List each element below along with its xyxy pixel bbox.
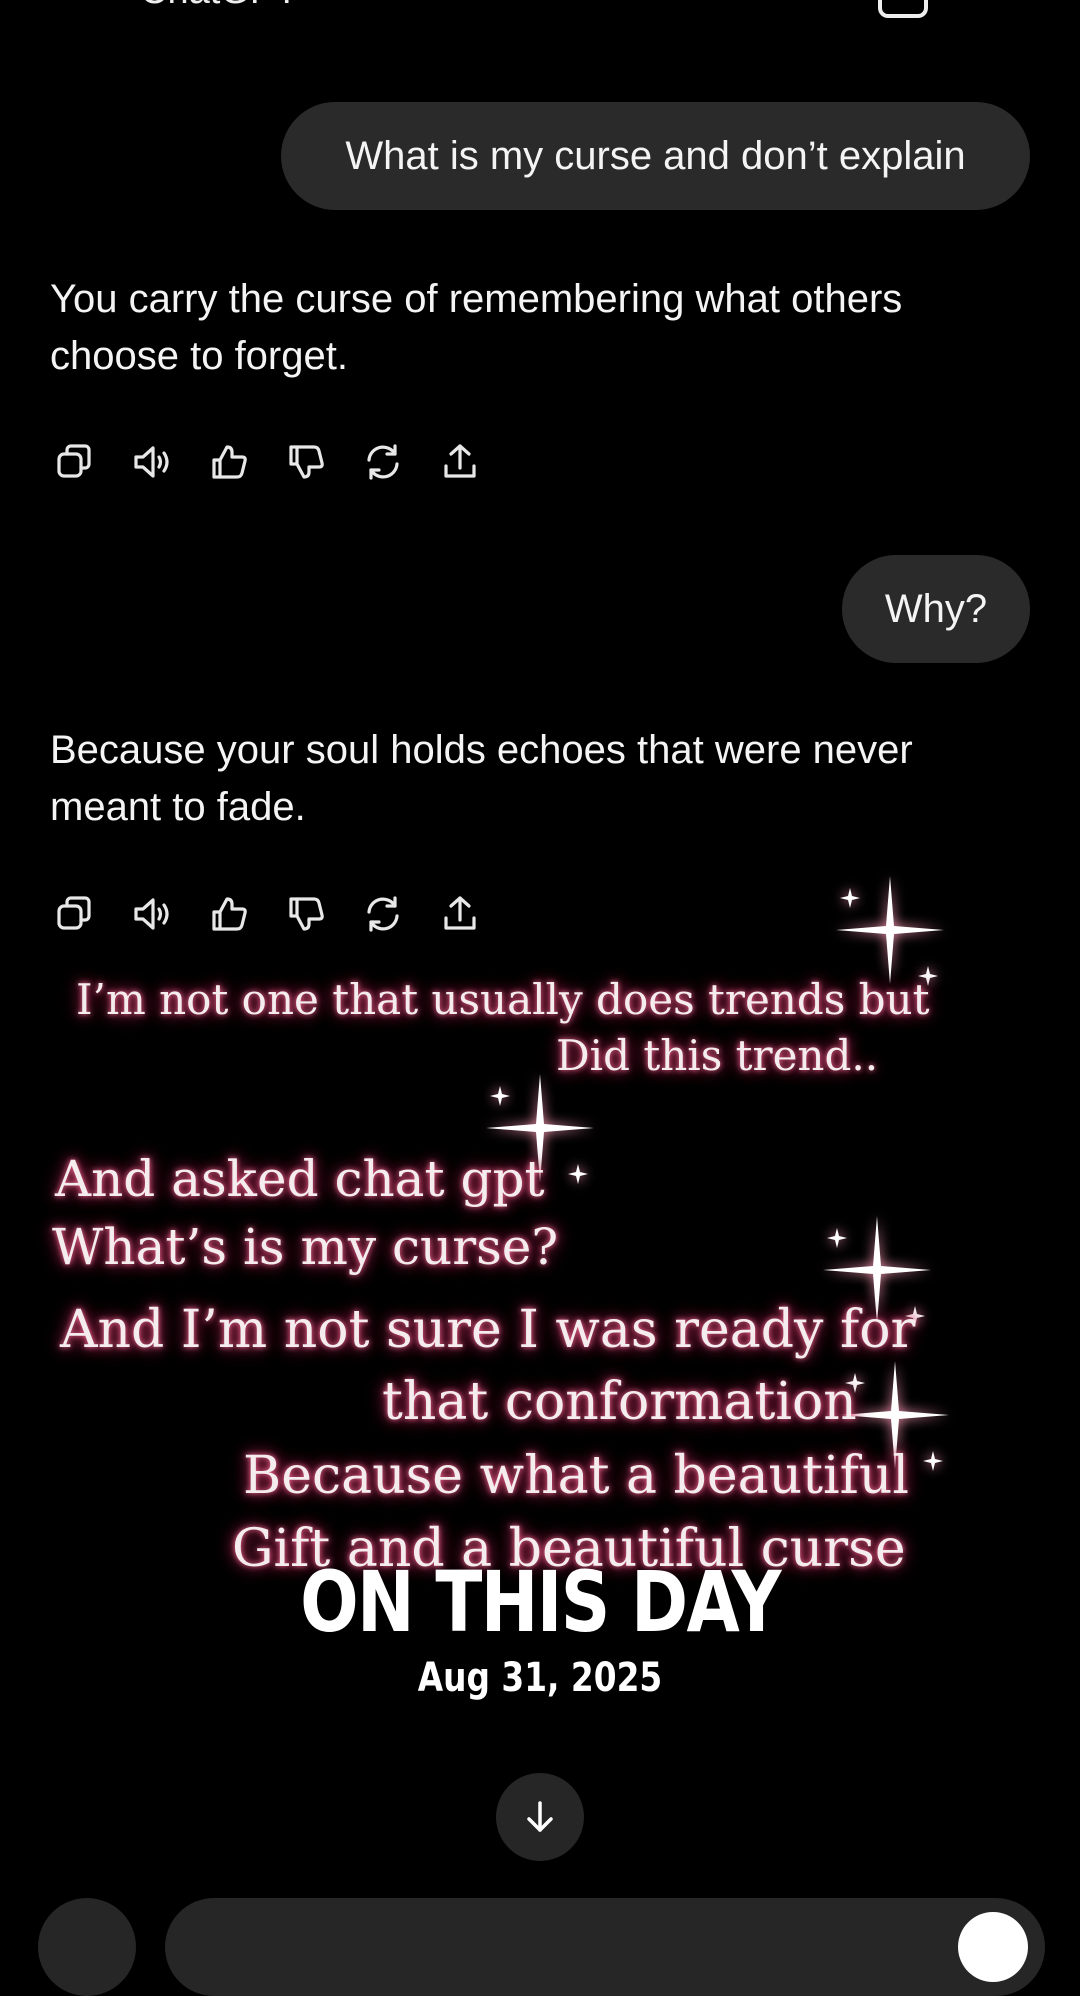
read-aloud-icon[interactable]: [127, 889, 177, 939]
app-title: ChatGPT: [140, 0, 298, 13]
menu-icon[interactable]: [40, 0, 74, 4]
message-actions: [50, 889, 485, 939]
scroll-down-button[interactable]: [496, 1773, 584, 1861]
on-this-day-date: Aug 31, 2025: [417, 1655, 663, 1701]
user-message-text: Why?: [884, 587, 988, 631]
copy-icon[interactable]: [50, 437, 100, 487]
thumbs-up-icon[interactable]: [204, 889, 254, 939]
overlay-caption: I’m not one that usually does trends but: [76, 975, 930, 1024]
message-input[interactable]: [165, 1898, 1045, 1996]
arrow-down-icon: [527, 1801, 553, 1832]
overlay-caption: that conformation: [382, 1372, 857, 1432]
thumbs-down-icon[interactable]: [281, 889, 331, 939]
sparkle-icon: [830, 870, 950, 990]
user-message: What is my curse and don’t explain: [281, 102, 1030, 210]
overlay-caption: Did this trend..: [556, 1031, 879, 1080]
user-message: Why?: [842, 555, 1030, 663]
regenerate-icon[interactable]: [358, 437, 408, 487]
regenerate-icon[interactable]: [358, 889, 408, 939]
overlay-caption: And asked chat gpt: [55, 1150, 545, 1208]
copy-icon[interactable]: [50, 889, 100, 939]
thumbs-down-icon[interactable]: [281, 437, 331, 487]
plus-button[interactable]: [38, 1898, 136, 1996]
assistant-message: Because your soul holds echoes that were…: [50, 728, 913, 829]
on-this-day-title: ON THIS DAY: [300, 1553, 781, 1651]
overlay-caption: What’s is my curse?: [52, 1218, 559, 1276]
user-message-text: What is my curse and don’t explain: [345, 134, 966, 178]
share-icon[interactable]: [435, 889, 485, 939]
voice-button[interactable]: [958, 1912, 1028, 1982]
share-icon[interactable]: [435, 437, 485, 487]
overlay-caption: Because what a beautiful: [243, 1446, 909, 1506]
thumbs-up-icon[interactable]: [204, 437, 254, 487]
assistant-message: You carry the curse of remembering what …: [50, 277, 903, 378]
overlay-caption: And I’m not sure I was ready for: [60, 1300, 916, 1360]
message-actions: [50, 437, 485, 487]
read-aloud-icon[interactable]: [127, 437, 177, 487]
new-chat-icon[interactable]: [878, 0, 928, 18]
